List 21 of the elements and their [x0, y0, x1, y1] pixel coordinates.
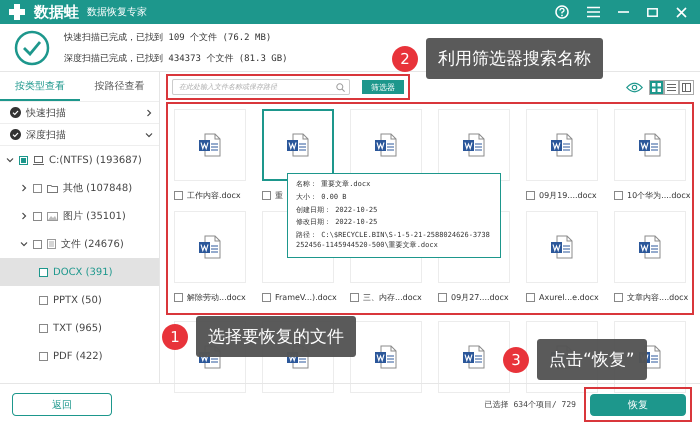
guide-tooltip: 点击“恢复”: [537, 339, 647, 380]
guide-tooltip: 利用筛选器搜索名称: [426, 38, 603, 79]
file-name: 09月19....docx: [539, 190, 597, 200]
file-name: FrameV...).docx: [275, 292, 337, 302]
file-name: Axurel...e.docx: [539, 292, 599, 302]
file-name: 10个华为....docx: [627, 190, 690, 200]
app-subtitle: 数据恢复专家: [87, 6, 147, 19]
guide-tooltip: 选择要恢复的文件: [196, 316, 356, 357]
step-number-tooltip: 3: [503, 346, 529, 372]
file-name: 解除劳动...docx: [187, 292, 246, 302]
app-name: 数据蛙: [34, 2, 79, 22]
file-name: 文章内容....docx: [627, 292, 688, 302]
file-name: 三、内存...docx: [363, 292, 422, 302]
file-name: 重: [275, 190, 283, 200]
step-number-tooltip: 2: [392, 46, 418, 72]
scan-summary: 深度扫描已完成，已找到 434373 个文件 (81.3 GB): [64, 52, 288, 64]
file-name: 工作内容.docx: [187, 190, 241, 200]
file-name: 09月27....docx: [451, 292, 509, 302]
step-number-tooltip: 1: [162, 324, 188, 350]
selection-status: 已选择 634个项目/ 729: [484, 399, 576, 410]
scan-summary: 快速扫描已完成，已找到 109 个文件 (76.2 MB): [64, 32, 272, 44]
